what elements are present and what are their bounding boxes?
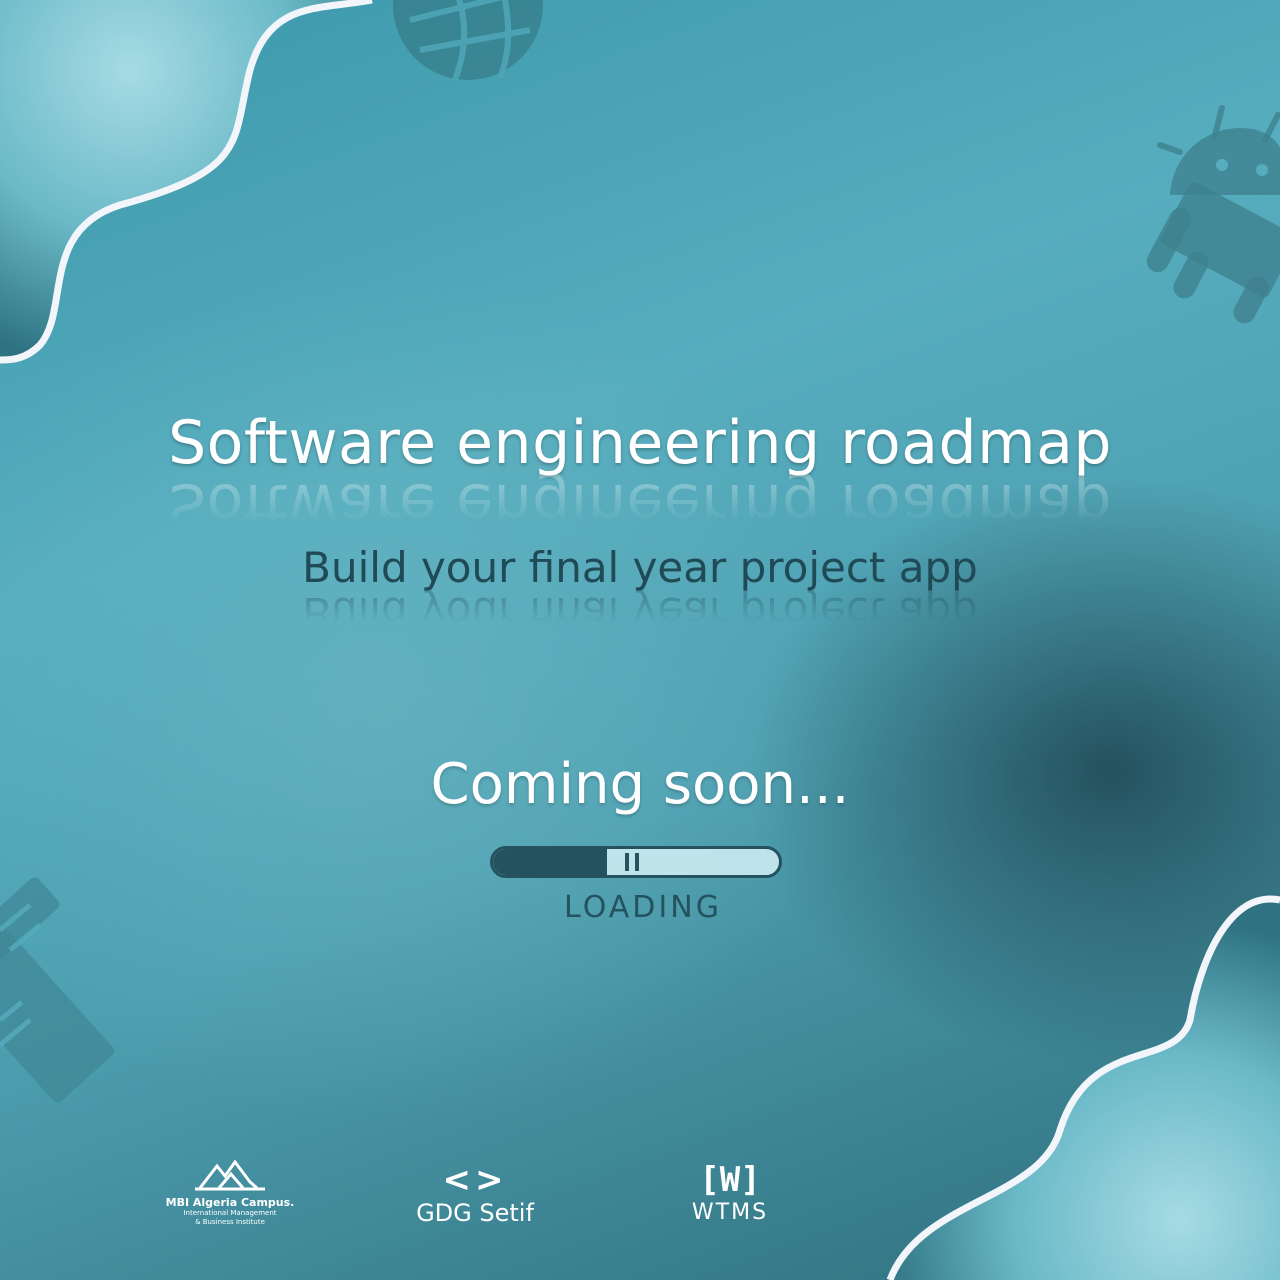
poster: Software engineering roadmap Software en… <box>0 0 1280 1280</box>
loading-bar <box>490 846 782 878</box>
coming-soon-text: Coming soon... <box>430 752 850 817</box>
loading-bar-notch <box>635 853 639 871</box>
subheadline: Build your final year project app <box>302 543 978 592</box>
wtms-mark-icon: [W] <box>699 1160 761 1200</box>
mountain-logo-icon <box>195 1159 265 1191</box>
mbi-name: MBI Algeria Campus. <box>165 1196 295 1209</box>
mbi-logo: MBI Algeria Campus. International Manage… <box>165 1158 295 1227</box>
headline-reflection: Software engineering roadmap <box>168 470 1112 540</box>
ruler-pencil-icon <box>0 877 115 1103</box>
subheadline-reflection: Build your final year project app <box>302 588 978 637</box>
gdg-logo: <> GDG Setif <box>405 1160 545 1226</box>
mbi-subtitle-line1: International Management <box>183 1209 277 1217</box>
loading-label: LOADING <box>564 890 722 925</box>
gdg-name: GDG Setif <box>416 1199 534 1227</box>
headline: Software engineering roadmap <box>168 408 1112 478</box>
mbi-subtitle-line2: & Business Institute <box>195 1218 265 1226</box>
loading-bar-notch <box>625 853 629 871</box>
code-brackets-icon: <> <box>442 1160 508 1200</box>
wtms-name: WTMS <box>691 1200 769 1225</box>
wtms-logo: [W] WTMS <box>670 1160 790 1226</box>
loading-bar-fill <box>493 849 608 875</box>
